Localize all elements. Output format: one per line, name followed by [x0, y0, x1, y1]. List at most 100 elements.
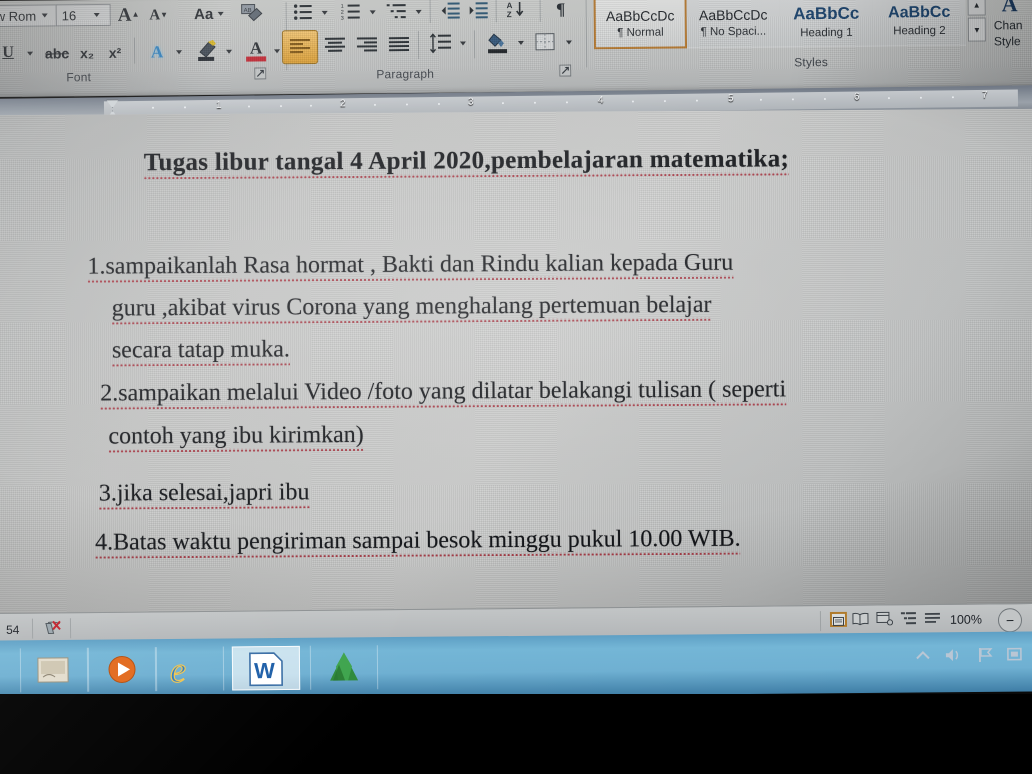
- taskbar: e W: [0, 631, 1032, 701]
- align-center-button[interactable]: [320, 32, 350, 60]
- align-right-button[interactable]: [352, 31, 382, 59]
- font-size-combo[interactable]: 16: [55, 3, 111, 27]
- align-left-icon: [289, 38, 311, 54]
- taskbar-media-player[interactable]: [87, 647, 157, 692]
- flag-icon: [978, 647, 993, 662]
- zoom-out-button[interactable]: −: [997, 608, 1023, 633]
- align-center-icon: [324, 37, 346, 52]
- view-web-layout[interactable]: [876, 611, 894, 626]
- mountain-icon: [330, 652, 359, 681]
- ruler-number: 7: [981, 89, 988, 101]
- minus-icon: −: [1005, 612, 1015, 629]
- chevron-down-icon: [217, 11, 224, 16]
- word-count[interactable]: 54: [6, 623, 19, 637]
- bullets-dropdown[interactable]: [318, 4, 332, 22]
- view-outline[interactable]: [900, 611, 917, 626]
- borders-button[interactable]: [530, 28, 562, 58]
- document-page[interactable]: Tugas libur tangal 4 April 2020,pembelaj…: [0, 108, 1032, 616]
- justify-button[interactable]: [384, 31, 414, 59]
- styles-gallery[interactable]: AaBbCcDc ¶ Normal AaBbCcDc ¶ No Spaci...…: [593, 0, 967, 50]
- view-draft[interactable]: [924, 611, 941, 626]
- document-line-text: guru ,akibat virus Corona yang menghalan…: [111, 291, 712, 327]
- font-dialog-launcher[interactable]: [252, 66, 268, 80]
- volume[interactable]: [944, 646, 964, 669]
- multilevel-list-dropdown[interactable]: [412, 3, 426, 21]
- show-marks-button[interactable]: ¶: [548, 0, 574, 22]
- increase-indent-button[interactable]: [466, 0, 492, 22]
- sort-button[interactable]: A Z: [504, 0, 534, 23]
- taskbar-internet-explorer[interactable]: e: [155, 646, 225, 692]
- change-styles-icon[interactable]: A: [994, 0, 1026, 17]
- line-spacing-dropdown[interactable]: [456, 34, 470, 52]
- chevron-down-icon: [517, 40, 525, 45]
- document-title: Tugas libur tangal 4 April 2020,pembelaj…: [143, 145, 790, 182]
- network[interactable]: [1006, 646, 1024, 669]
- change-case-label: Aa: [194, 5, 214, 23]
- decrease-indent-button[interactable]: [438, 0, 464, 23]
- borders-dropdown[interactable]: [562, 33, 576, 51]
- ruler-number: 1: [215, 99, 222, 111]
- numbering-dropdown[interactable]: [366, 3, 380, 21]
- font-name-combo[interactable]: w Rom: [0, 4, 58, 28]
- strikethrough-button[interactable]: abc: [42, 42, 72, 64]
- chevron-down-icon: [415, 9, 422, 14]
- zoom-level[interactable]: 100%: [950, 613, 982, 627]
- text-effects-dropdown[interactable]: [172, 43, 186, 61]
- shrink-font-button[interactable]: A ▼: [146, 3, 172, 27]
- styles-scroll-up[interactable]: ▲: [967, 0, 986, 16]
- underline-button[interactable]: U: [0, 41, 20, 65]
- highlight-dropdown[interactable]: [222, 43, 236, 61]
- document-line: contoh yang ibu kirimkan): [108, 421, 364, 455]
- underline-label: U: [2, 43, 14, 61]
- subscript-button[interactable]: x₂: [74, 42, 100, 64]
- line-spacing-button[interactable]: [426, 29, 456, 59]
- view-full-screen-reading[interactable]: [852, 612, 869, 627]
- bullets-button[interactable]: [290, 0, 316, 24]
- style-preview: AaBbCcDc: [605, 6, 675, 24]
- superscript-button[interactable]: x²: [102, 42, 128, 64]
- style-preview: AaBbCc: [888, 3, 951, 21]
- superscript-label: x²: [108, 44, 122, 61]
- paragraph-dialog-launcher[interactable]: [557, 63, 573, 77]
- font-color-button[interactable]: A: [242, 36, 270, 64]
- style-item-normal[interactable]: AaBbCcDc ¶ Normal: [593, 0, 688, 50]
- highlight-button[interactable]: [192, 37, 222, 65]
- chevron-down-icon: [459, 41, 467, 46]
- grow-font-button[interactable]: A ▲: [116, 2, 142, 28]
- decrease-indent-icon: [441, 2, 460, 19]
- taskbar-word[interactable]: W: [231, 645, 301, 691]
- show-hidden-icons[interactable]: [914, 648, 932, 669]
- chevron-up-icon: [916, 651, 930, 660]
- clear-formatting-button[interactable]: AB: [237, 0, 267, 28]
- style-item-heading-2[interactable]: AaBbCc Heading 2: [872, 0, 967, 47]
- taskbar-green-app[interactable]: [309, 645, 379, 690]
- document-line: guru ,akibat virus Corona yang menghalan…: [111, 291, 712, 327]
- view-print-layout[interactable]: [829, 611, 848, 627]
- svg-text:A: A: [507, 1, 513, 10]
- multilevel-list-button[interactable]: [384, 0, 410, 23]
- style-item-heading-1[interactable]: AaBbCс Heading 1: [779, 0, 874, 48]
- styles-scroll-down[interactable]: ▼: [967, 17, 986, 42]
- change-case-button[interactable]: Aa: [190, 2, 228, 26]
- text-effects-button[interactable]: A: [144, 39, 170, 63]
- borders-icon: [535, 33, 555, 51]
- line-spacing-icon: [429, 33, 452, 54]
- numbering-icon: 1 2 3: [341, 4, 360, 21]
- document-line: 3.jika selesai,japri ibu: [98, 479, 310, 512]
- ruler-number: 5: [727, 93, 734, 105]
- word-ribbon: w Rom 16 A ▲ A ▼ Aa AB U abc x₂ x² A A F…: [0, 0, 1032, 98]
- action-center[interactable]: [976, 646, 994, 669]
- highlighter-icon: [198, 39, 216, 62]
- align-right-icon: [356, 37, 378, 52]
- underline-dropdown[interactable]: [22, 45, 38, 63]
- style-name: ¶ Normal: [617, 26, 664, 39]
- align-left-button[interactable]: [281, 29, 319, 65]
- style-item-no-spacing[interactable]: AaBbCcDc ¶ No Spaci...: [686, 0, 781, 49]
- shading-button[interactable]: [482, 28, 514, 58]
- document-body[interactable]: Tugas libur tangal 4 April 2020,pembelaj…: [0, 109, 1032, 615]
- numbering-button[interactable]: 1 2 3: [338, 0, 364, 24]
- chevron-down-icon: [274, 49, 281, 54]
- styles-group-label: Styles: [794, 55, 829, 70]
- shading-dropdown[interactable]: [514, 34, 528, 52]
- taskbar-explorer[interactable]: [19, 647, 89, 693]
